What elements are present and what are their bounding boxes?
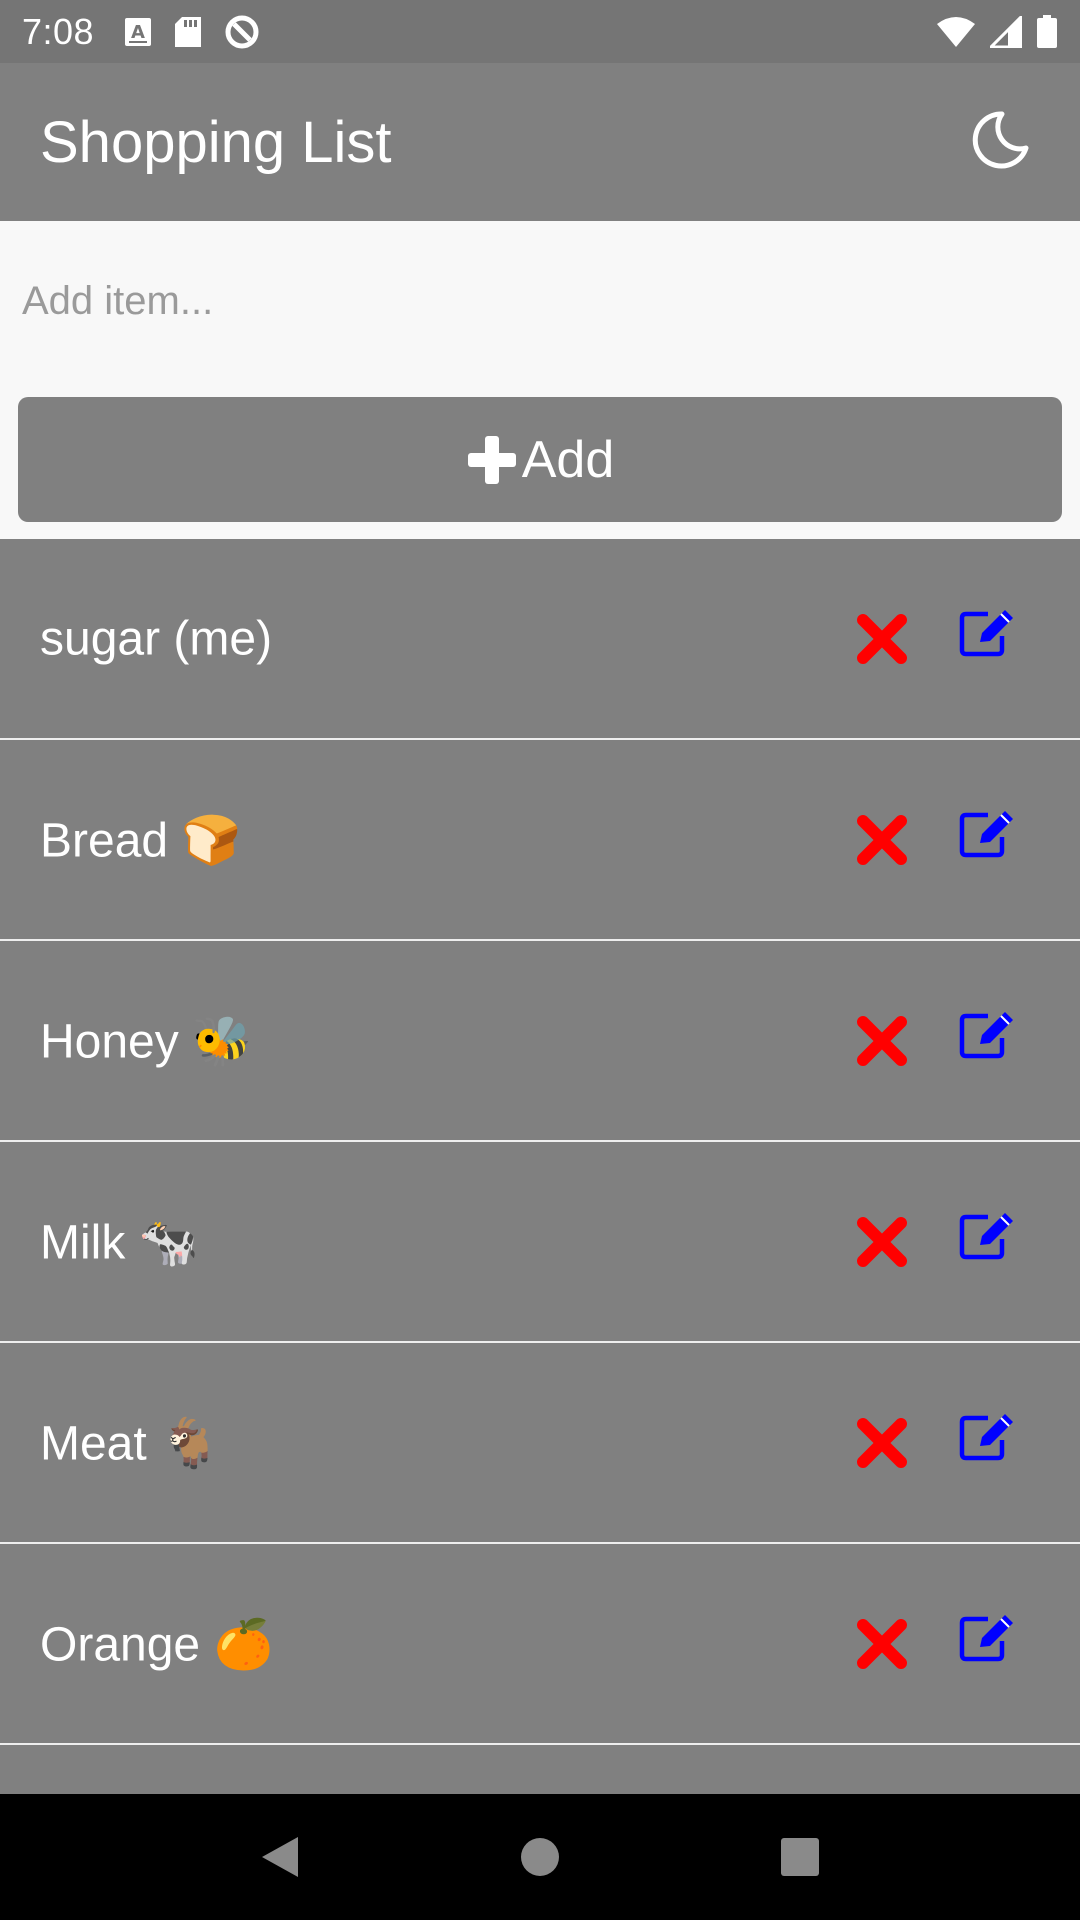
battery-icon bbox=[1036, 14, 1058, 49]
status-time: 7:08 bbox=[22, 10, 95, 52]
status-icons-right bbox=[936, 14, 1058, 49]
item-label: Milk 🐄 bbox=[40, 1216, 199, 1269]
item-label: Meat 🐐 bbox=[40, 1417, 220, 1470]
edit-icon[interactable] bbox=[958, 1211, 1016, 1261]
edit-icon[interactable] bbox=[958, 1412, 1016, 1462]
sd-card-icon bbox=[174, 16, 202, 48]
delete-icon[interactable] bbox=[857, 613, 907, 664]
item-label: sugar (me) bbox=[40, 612, 273, 665]
delete-icon[interactable] bbox=[857, 1015, 907, 1066]
item-label: Orange 🍊 bbox=[40, 1618, 274, 1671]
list-item: Meat 🐐 bbox=[0, 1343, 1080, 1544]
delete-icon[interactable] bbox=[857, 1417, 907, 1468]
edit-icon[interactable] bbox=[958, 608, 1016, 658]
edit-icon[interactable] bbox=[958, 1613, 1016, 1663]
status-icons-left: A bbox=[124, 14, 260, 50]
status-bar: 7:08 A bbox=[0, 0, 1080, 63]
font-a-icon: A bbox=[124, 17, 152, 47]
shopping-list: sugar (me) Bread 🍞 Honey 🐝 Milk 🐄 Meat 🐐… bbox=[0, 539, 1080, 1745]
edit-icon[interactable] bbox=[958, 809, 1016, 859]
delete-icon[interactable] bbox=[857, 814, 907, 865]
item-label: Bread 🍞 bbox=[40, 814, 242, 867]
list-item: Bread 🍞 bbox=[0, 740, 1080, 941]
home-icon[interactable] bbox=[510, 1827, 570, 1887]
delete-icon[interactable] bbox=[857, 1216, 907, 1267]
list-item: Orange 🍊 bbox=[0, 1544, 1080, 1745]
nav-bar bbox=[0, 1794, 1080, 1920]
wifi-icon bbox=[936, 16, 976, 48]
add-button[interactable]: Add bbox=[18, 397, 1062, 522]
theme-toggle-button[interactable] bbox=[960, 102, 1040, 182]
cell-signal-icon bbox=[990, 15, 1022, 48]
screen: 7:08 A Shopping List Add item... Add sug… bbox=[0, 0, 1080, 1920]
list-item: Honey 🐝 bbox=[0, 941, 1080, 1142]
list-item: Milk 🐄 bbox=[0, 1142, 1080, 1343]
page-title: Shopping List bbox=[40, 109, 392, 175]
item-label: Honey 🐝 bbox=[40, 1015, 252, 1068]
delete-icon[interactable] bbox=[857, 1618, 907, 1669]
moon-icon bbox=[970, 110, 1030, 175]
add-button-label: Add bbox=[521, 430, 615, 489]
add-item-input[interactable] bbox=[0, 221, 1080, 381]
svg-text:A: A bbox=[131, 22, 145, 43]
back-icon[interactable] bbox=[250, 1827, 310, 1887]
list-item: sugar (me) bbox=[0, 539, 1080, 740]
add-item-form: Add bbox=[0, 221, 1080, 539]
plus-icon bbox=[466, 434, 518, 486]
edit-icon[interactable] bbox=[958, 1010, 1016, 1060]
app-bar: Shopping List bbox=[0, 63, 1080, 221]
data-saver-icon bbox=[224, 14, 260, 50]
recents-icon[interactable] bbox=[770, 1827, 830, 1887]
